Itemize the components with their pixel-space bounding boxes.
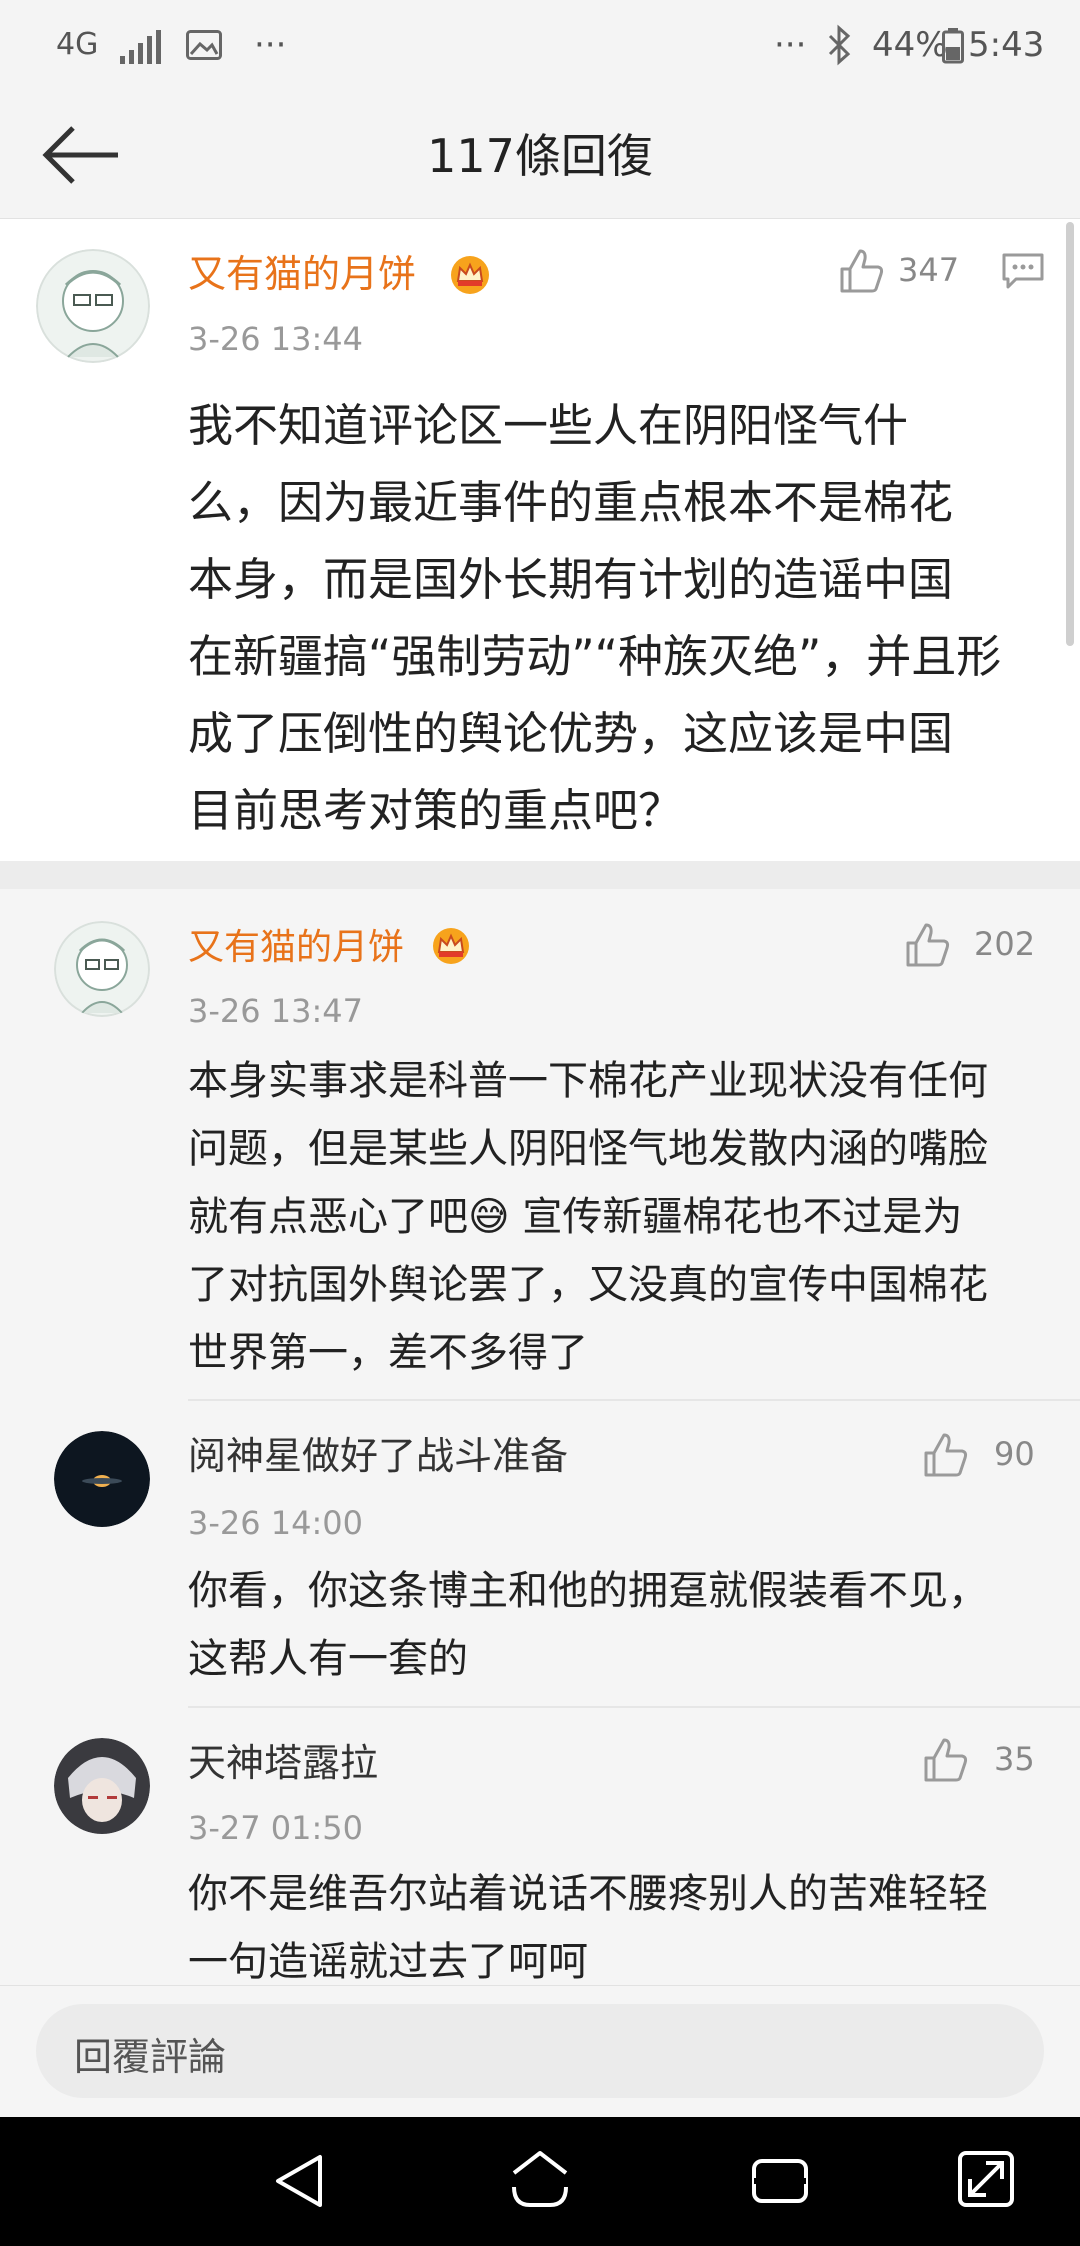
like-count: 90 <box>994 1435 1035 1473</box>
comment-line: 问题，但是某些人阴阳怪气地发散内涵的嘴脸 <box>188 1126 988 1172</box>
comment-line: 本身实事求是科普一下棉花产业现状没有任何 <box>188 1058 988 1104</box>
nav-expand-icon[interactable] <box>954 2147 1018 2211</box>
image-icon <box>186 30 222 60</box>
avatar[interactable] <box>36 249 150 363</box>
section-divider <box>0 861 1080 889</box>
comment-line: 就有点恶心了吧😅 宣传新疆棉花也不过是为 <box>188 1194 963 1240</box>
reply-bar: 回覆評論 <box>0 1985 1080 2118</box>
battery-percent: 44% <box>872 25 948 65</box>
comment-line: 我不知道评论区一些人在阴阳怪气什 <box>188 399 909 452</box>
comment-time: 3-26 13:44 <box>188 320 364 358</box>
nav-home-icon[interactable] <box>508 2147 572 2211</box>
reply-placeholder: 回覆評論 <box>74 2035 227 2079</box>
comment-line: 你看，你这条博主和他的拥趸就假装看不见， <box>188 1568 988 1614</box>
thumbs-up-icon <box>906 923 950 967</box>
battery-icon <box>942 28 964 64</box>
crown-icon <box>433 928 469 964</box>
comment-text: 本身实事求是科普一下棉花产业现状没有任何 问题，但是某些人阴阳怪气地发散内涵的嘴… <box>188 1047 1058 1387</box>
comment-time: 3-27 01:50 <box>188 1809 364 1847</box>
like-count: 202 <box>974 925 1036 963</box>
comment-line: 成了压倒性的舆论优势，这应该是中国 <box>188 707 954 760</box>
system-nav-bar <box>0 2117 1080 2246</box>
status-bar: 4G ··· ··· 44% 5:43 <box>0 0 1080 90</box>
main-comment: 又有猫的月饼 3-26 13:44 347 我不知道评论区一些人在阴阳怪气什 么… <box>0 219 1080 861</box>
avatar[interactable] <box>54 1431 150 1527</box>
reply-input[interactable]: 回覆評論 <box>36 2004 1044 2098</box>
replies-list: 又有猫的月饼 3-26 13:47 202 本身实事求是科普一下棉花产业现状没有… <box>0 889 1080 1985</box>
header: 117條回復 <box>0 90 1080 219</box>
page-title: 117條回復 <box>427 129 653 183</box>
comment-line: 世界第一，差不多得了 <box>188 1330 588 1376</box>
username[interactable]: 天神塔露拉 <box>188 1738 378 1788</box>
comment-line: 你不是维吾尔站着说话不腰疼别人的苦难轻轻 <box>188 1871 988 1917</box>
comment-time: 3-26 14:00 <box>188 1504 364 1542</box>
like-button[interactable]: 90 <box>922 1429 1042 1489</box>
like-button[interactable]: 35 <box>922 1734 1042 1794</box>
reply-item: 天神塔露拉 3-27 01:50 35 你不是维吾尔站着说话不腰疼别人的苦难轻轻… <box>0 1708 1080 1985</box>
like-button[interactable]: 202 <box>904 919 1044 979</box>
like-button[interactable]: 347 <box>838 245 988 305</box>
crown-icon <box>451 256 489 294</box>
comment-icon[interactable] <box>1002 253 1044 289</box>
comment-line: 了对抗国外舆论罢了，又没真的宣传中国棉花 <box>188 1262 988 1308</box>
like-count: 347 <box>898 251 960 289</box>
comment-text: 你不是维吾尔站着说话不腰疼别人的苦难轻轻 一句造谣就过去了呵呵 <box>188 1860 1058 1996</box>
status-more-left: ··· <box>254 25 287 65</box>
comment-line: 在新疆搞“强制劳动”“种族灭绝”，并且形 <box>188 630 1002 683</box>
network-indicator: 4G <box>56 27 99 62</box>
username[interactable]: 阅神星做好了战斗准备 <box>188 1431 568 1481</box>
avatar[interactable] <box>54 921 150 1017</box>
avatar[interactable] <box>54 1738 150 1834</box>
thumbs-up-icon <box>924 1738 968 1782</box>
reply-item: 又有猫的月饼 3-26 13:47 202 本身实事求是科普一下棉花产业现状没有… <box>0 889 1080 1401</box>
status-more-right: ··· <box>774 25 807 65</box>
thumbs-up-icon <box>840 249 884 293</box>
comment-line: 么，因为最近事件的重点根本不是棉花 <box>188 476 954 529</box>
username[interactable]: 又有猫的月饼 <box>188 923 404 973</box>
thumbs-up-icon <box>924 1433 968 1477</box>
comment-line: 本身，而是国外长期有计划的造谣中国 <box>188 553 954 606</box>
comment-time: 3-26 13:47 <box>188 992 364 1030</box>
bluetooth-icon <box>828 24 851 66</box>
username[interactable]: 又有猫的月饼 <box>188 249 416 299</box>
comment-line: 这帮人有一套的 <box>188 1636 468 1682</box>
signal-icon <box>120 30 161 64</box>
reply-item: 阅神星做好了战斗准备 3-26 14:00 90 你看，你这条博主和他的拥趸就假… <box>0 1401 1080 1707</box>
comment-text: 我不知道评论区一些人在阴阳怪气什 么，因为最近事件的重点根本不是棉花 本身，而是… <box>188 387 1048 849</box>
clock: 5:43 <box>968 25 1045 65</box>
nav-recents-icon[interactable] <box>748 2151 812 2211</box>
comment-line: 目前思考对策的重点吧？ <box>188 784 684 837</box>
comment-text: 你看，你这条博主和他的拥趸就假装看不见， 这帮人有一套的 <box>188 1557 1058 1693</box>
nav-back-icon[interactable] <box>270 2151 330 2211</box>
like-count: 35 <box>994 1740 1035 1778</box>
scrollbar[interactable] <box>1066 222 1074 646</box>
